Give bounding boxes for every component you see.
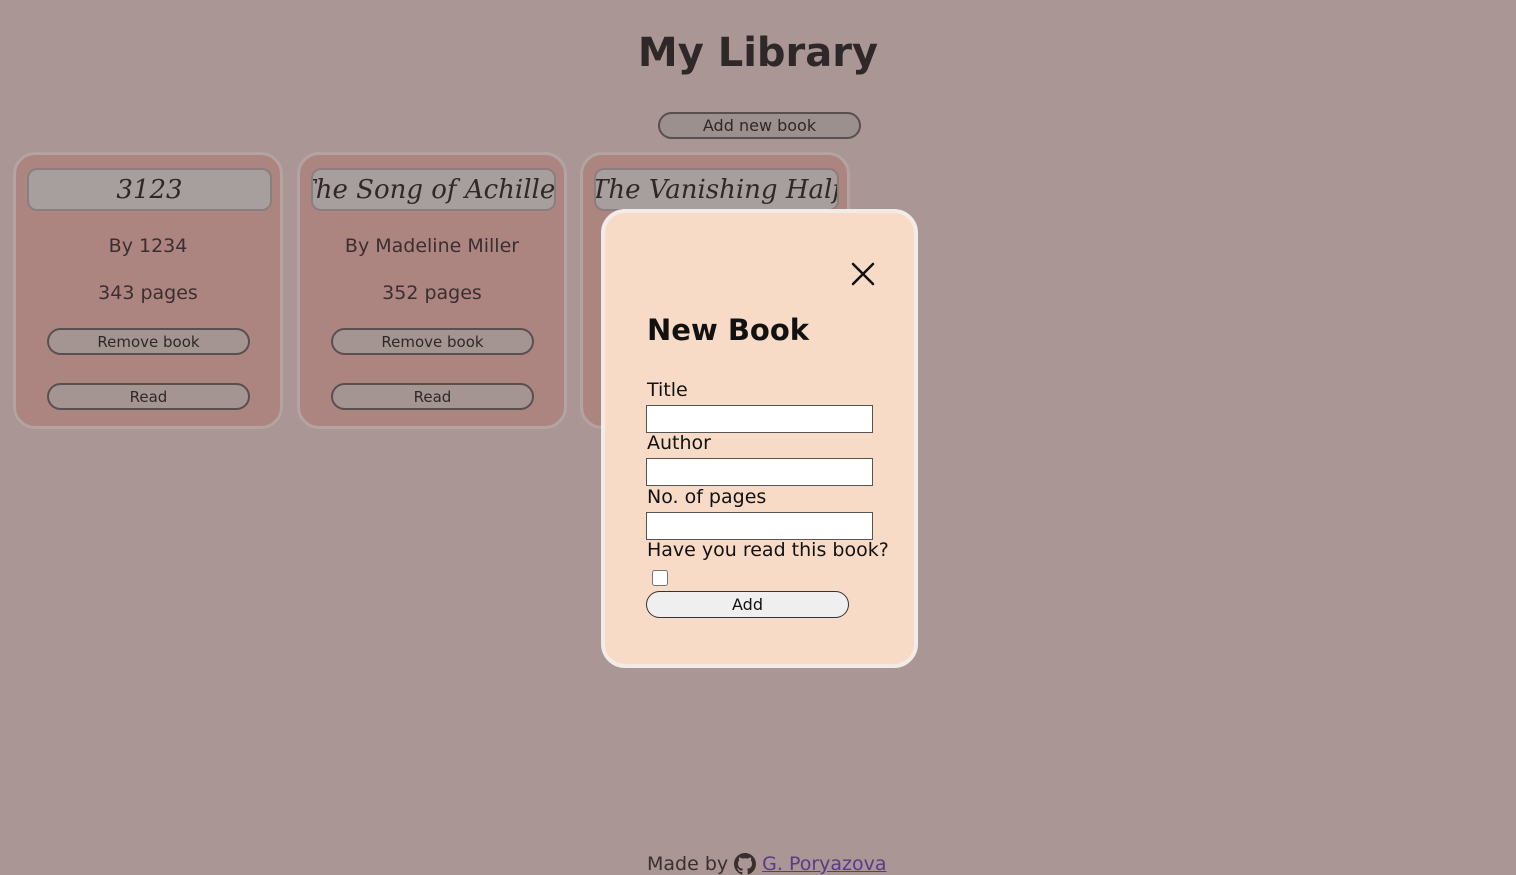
close-icon[interactable] xyxy=(850,261,876,287)
page: My Library Add new book 3123 By 1234 343… xyxy=(0,0,1516,875)
read-status-button[interactable]: Read xyxy=(47,383,250,410)
dialog-heading: New Book xyxy=(647,313,810,347)
remove-book-button[interactable]: Remove book xyxy=(331,328,534,355)
new-book-dialog: New Book Title Author No. of pages Have … xyxy=(601,209,918,668)
book-author: By Madeline Miller xyxy=(344,235,520,257)
page-title: My Library xyxy=(637,30,879,76)
title-input[interactable] xyxy=(646,405,873,433)
book-title: The Song of Achilles xyxy=(311,168,556,211)
author-input[interactable] xyxy=(646,458,873,486)
book-title: 3123 xyxy=(27,168,272,211)
title-label: Title xyxy=(647,379,688,401)
book-pages: 352 pages xyxy=(382,282,482,304)
read-checkbox[interactable] xyxy=(652,570,668,586)
footer: Made by G. Poryazova xyxy=(647,853,887,875)
author-label: Author xyxy=(647,432,711,454)
pages-input[interactable] xyxy=(646,512,873,540)
footer-prefix: Made by xyxy=(647,853,729,875)
author-link[interactable]: G. Poryazova xyxy=(762,853,886,875)
book-pages: 343 pages xyxy=(98,282,198,304)
book-author: By 1234 xyxy=(108,235,188,257)
book-title: The Vanishing Half xyxy=(594,168,839,211)
read-question-label: Have you read this book? xyxy=(647,539,889,561)
github-icon xyxy=(734,853,757,875)
pages-label: No. of pages xyxy=(647,486,767,508)
book-card: 3123 By 1234 343 pages Remove book Read xyxy=(13,152,283,429)
book-card: The Song of Achilles By Madeline Miller … xyxy=(297,152,567,429)
add-book-submit-button[interactable]: Add xyxy=(646,591,849,618)
remove-book-button[interactable]: Remove book xyxy=(47,328,250,355)
add-new-book-button[interactable]: Add new book xyxy=(658,112,861,139)
read-status-button[interactable]: Read xyxy=(331,383,534,410)
